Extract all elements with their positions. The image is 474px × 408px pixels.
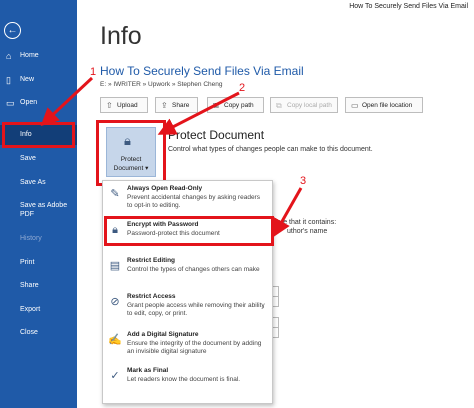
annotation-arrows (40, 76, 303, 238)
annotation-arrow-2 (157, 91, 240, 135)
annotation-arrow-1 (40, 76, 94, 127)
annotation-arrow-3 (273, 187, 303, 238)
